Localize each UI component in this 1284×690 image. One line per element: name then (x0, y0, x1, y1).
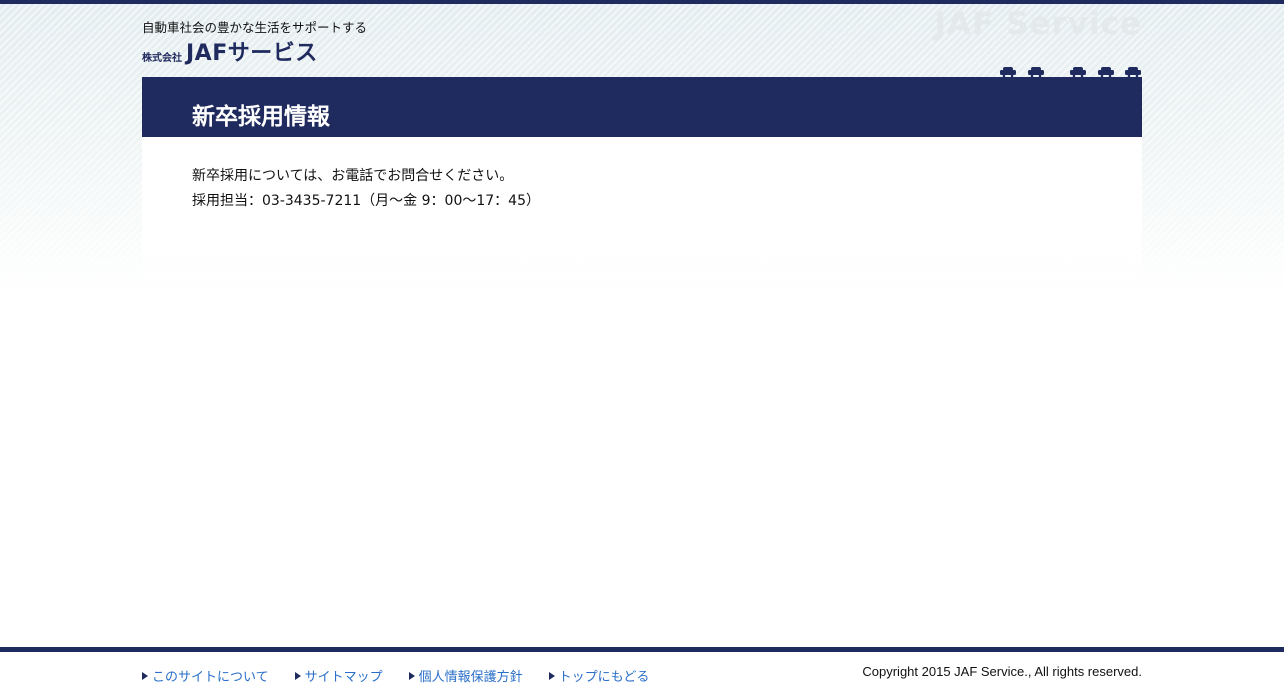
contact-paragraph: 採用担当：03-3435-7211（月～金 9：00～17：45） (192, 193, 540, 209)
site-logo[interactable]: 株式会社 JAFサービス (142, 39, 318, 65)
footer-link-label: このサイトについて (152, 670, 269, 685)
page: 自動車社会の豊かな生活をサポートする 株式会社 JAFサービス JAF Serv… (0, 0, 1284, 690)
car-row-decoration (1000, 67, 1141, 77)
car-icon (1028, 67, 1044, 77)
site-tagline: 自動車社会の豊かな生活をサポートする (142, 20, 368, 35)
logo-prefix: 株式会社 (142, 53, 182, 64)
triangle-right-icon (408, 671, 415, 680)
copyright-text: Copyright 2015 JAF Service., All rights … (862, 664, 1142, 679)
footer-link-top[interactable]: トップにもどる (548, 666, 650, 685)
logo-name: JAFサービス (186, 41, 318, 66)
footer-nav: このサイトについて サイトマップ 個人情報保護方針 トップにもどる (142, 666, 675, 685)
footer-link-label: 個人情報保護方針 (418, 670, 523, 685)
triangle-right-icon (294, 671, 301, 680)
content-area: 新卒採用については、お電話でお問合せください。 採用担当：03-3435-721… (142, 137, 1142, 282)
title-bar: 新卒採用情報 (142, 77, 1142, 137)
footer-link-privacy[interactable]: 個人情報保護方針 (408, 666, 523, 685)
brand-watermark: JAF Service (934, 6, 1142, 42)
footer-link-label: サイトマップ (304, 670, 383, 685)
content-paragraph: 新卒採用については、お電話でお問合せください。 (192, 168, 514, 184)
footer-link-sitemap[interactable]: サイトマップ (294, 666, 383, 685)
triangle-right-icon (548, 671, 555, 680)
car-icon (1000, 67, 1016, 77)
car-icon (1125, 67, 1141, 77)
footer-link-label: トップにもどる (558, 670, 650, 685)
footer-accent-bar (0, 647, 1284, 652)
triangle-right-icon (142, 671, 148, 680)
car-icon (1070, 67, 1086, 77)
page-title: 新卒採用情報 (192, 104, 330, 130)
car-icon (1098, 67, 1114, 77)
footer-link-about[interactable]: このサイトについて (142, 666, 269, 685)
